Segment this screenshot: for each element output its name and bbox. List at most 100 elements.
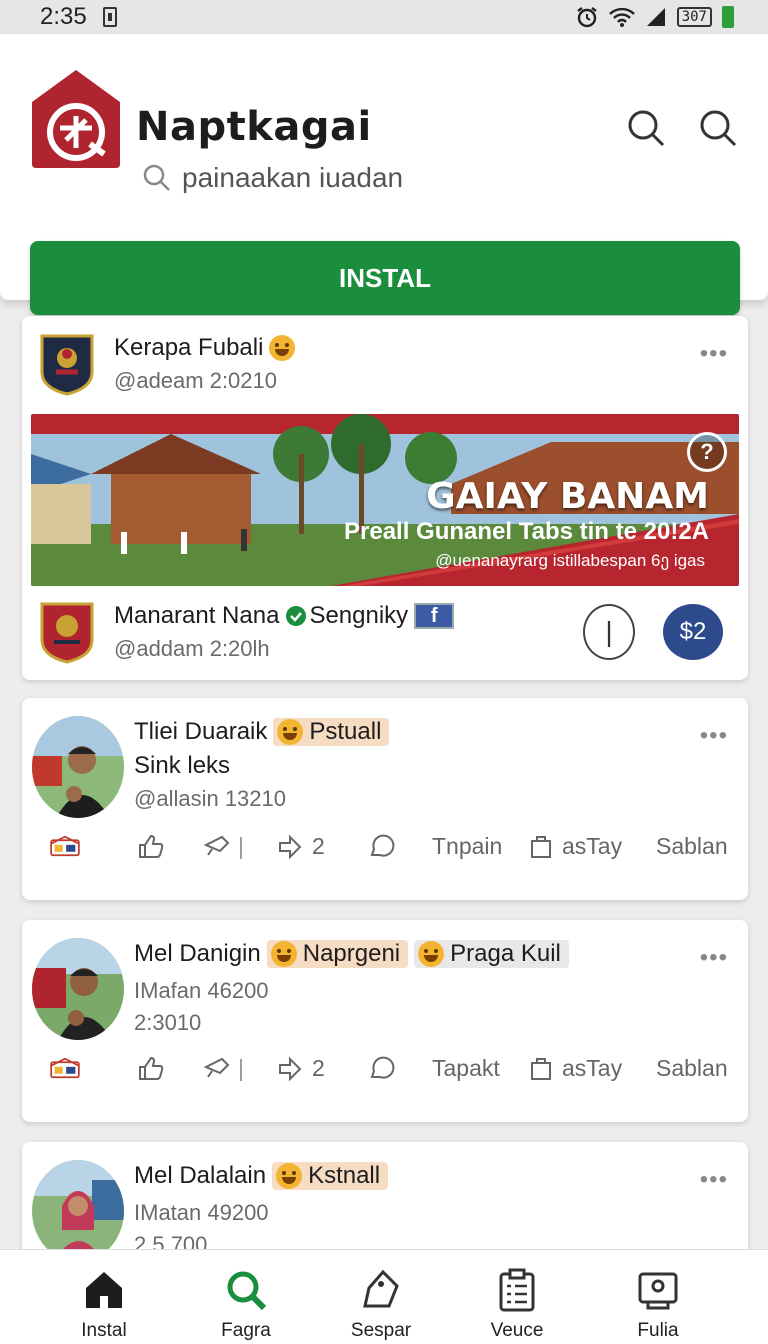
laughing-emoji-icon (277, 719, 304, 745)
post-author-name: Kerapa Fubali (114, 334, 264, 361)
nav-label: Veuce (490, 1320, 544, 1341)
banner-subtitle: Preall Gunanel Tabs tin te 20!2A (344, 518, 709, 545)
nav-item-fagra[interactable]: Fagra (186, 1268, 306, 1342)
feature-post-card[interactable]: Kerapa Fubali @adeam 2:0210 ••• GAIAY BA… (22, 316, 748, 680)
share-button[interactable]: 2 (276, 1053, 325, 1083)
save-button[interactable]: asTay (526, 1053, 622, 1083)
pin-icon[interactable]: | (202, 831, 244, 861)
avatar[interactable] (32, 716, 124, 818)
facebook-icon: f (414, 603, 455, 629)
page-handle: @addam 2:20lh (114, 636, 270, 661)
post-author[interactable]: Tliei Duaraik Pstuall (134, 718, 390, 746)
nav-item-sespar[interactable]: Sespar (321, 1268, 441, 1342)
pin-icon[interactable]: | (202, 1053, 244, 1083)
nav-label: Instal (81, 1320, 127, 1341)
battery-percent: 307 (676, 7, 712, 27)
sim-card-icon (102, 7, 117, 27)
page-name-text: Manarant Nana (114, 602, 280, 629)
battery-icon (722, 6, 734, 28)
share-icon (279, 1056, 302, 1082)
more-options-icon[interactable]: ••• (700, 944, 728, 972)
bag-icon (531, 836, 551, 858)
tag-label: Naprgeni (302, 940, 401, 967)
post-author[interactable]: Kerapa Fubali (114, 334, 296, 362)
help-icon[interactable]: ? (687, 432, 727, 472)
alarm-icon (576, 7, 597, 28)
verified-icon (286, 606, 307, 626)
post-handle: @adeam 2:0210 (114, 368, 278, 393)
profile-card-icon (638, 1272, 678, 1310)
post-author[interactable]: Mel Danigin Naprgeni Praga Kuil (134, 940, 569, 968)
like-icon[interactable] (136, 831, 166, 861)
share-count: 2 (312, 832, 325, 859)
save-label: asTay (562, 832, 623, 859)
nav-label: Fagra (221, 1320, 271, 1341)
search-icon (227, 1271, 267, 1311)
app-badge-icon[interactable] (50, 1053, 80, 1083)
app-subtitle: painaakan iuadan (182, 162, 404, 193)
action-label[interactable]: Sablan (656, 1055, 728, 1082)
bag-icon (531, 1058, 551, 1080)
post-card[interactable]: Tliei Duaraik Pstuall Sink leks @allasin… (22, 698, 748, 900)
share-button[interactable]: 2 (276, 831, 325, 861)
post-author-name: Mel Danigin (134, 940, 261, 967)
app-logo (30, 68, 122, 170)
post-author-name: Tliei Duaraik (134, 718, 268, 745)
status-time: 2:35 (40, 3, 87, 30)
more-options-icon[interactable]: ••• (700, 1166, 728, 1194)
tag-label: Kstnall (308, 1162, 381, 1189)
more-options-icon[interactable]: ••• (700, 722, 728, 750)
app-title: Naptkagai (136, 104, 372, 150)
app-header: Naptkagai painaakan iuadan INSTAL (0, 34, 768, 315)
home-icon (86, 1272, 122, 1308)
post-handle: @allasin 13210 (134, 786, 286, 811)
wifi-icon (608, 7, 635, 27)
like-icon[interactable] (136, 1053, 166, 1083)
post-text: IMafan 46200 (134, 978, 269, 1003)
share-count: 2 (312, 1054, 325, 1081)
install-button[interactable]: INSTAL (30, 241, 740, 315)
app-search-hint[interactable]: painaakan iuadan (142, 162, 403, 194)
page-name[interactable]: Manarant Nana Sengniky f (114, 602, 455, 630)
post-author[interactable]: Mel Dalalain Kstnall (134, 1162, 389, 1190)
avatar[interactable] (32, 938, 124, 1040)
status-bar: 2:35 307 (0, 0, 768, 34)
laughing-emoji-icon (269, 335, 296, 361)
avatar[interactable] (32, 1160, 124, 1262)
reaction-tag: Naprgeni (266, 940, 409, 968)
nav-item-veuce[interactable]: Veuce (457, 1268, 577, 1342)
reaction-tag: Pstuall (273, 718, 390, 746)
tag-label: Praga Kuil (450, 940, 561, 967)
laughing-emoji-icon (270, 941, 297, 967)
comment-icon[interactable] (366, 1053, 396, 1083)
outline-action-button[interactable]: | (583, 604, 635, 660)
search-icon (143, 164, 170, 191)
action-label[interactable]: Tapakt (432, 1055, 500, 1082)
page-name-suffix: Sengniky (309, 602, 409, 629)
laughing-emoji-icon (418, 941, 445, 967)
more-options-icon[interactable]: ••• (700, 340, 728, 368)
nav-label: Sespar (350, 1320, 412, 1341)
search-icon[interactable] (626, 108, 666, 148)
post-author-name: Mel Dalalain (134, 1162, 267, 1189)
post-text: IMatan 49200 (134, 1200, 269, 1225)
app-badge-icon[interactable] (50, 831, 80, 861)
nav-label: Fulia (637, 1320, 679, 1341)
banner-caption: @uenanayrarg istillabespan 6ე igas (435, 551, 705, 570)
action-label[interactable]: Sablan (656, 833, 728, 860)
reaction-tag: Kstnall (272, 1162, 389, 1190)
share-icon (279, 834, 302, 860)
reaction-tag: Praga Kuil (414, 940, 569, 968)
promo-banner[interactable]: GAIAY BANAM Preall Gunanel Tabs tin te 2… (31, 414, 739, 586)
save-button[interactable]: asTay (526, 831, 622, 861)
nav-item-instal[interactable]: Instal (44, 1268, 164, 1342)
nav-item-fulia[interactable]: Fulia (598, 1268, 718, 1342)
search-icon-secondary[interactable] (698, 108, 738, 148)
post-text: Sink leks (134, 752, 231, 779)
post-card[interactable]: Mel Danigin Naprgeni Praga Kuil IMafan 4… (22, 920, 748, 1122)
price-button[interactable]: $2 (663, 604, 723, 660)
tag-icon (363, 1269, 399, 1308)
comment-icon[interactable] (366, 831, 396, 861)
action-label[interactable]: Tnpain (432, 833, 502, 860)
tag-label: Pstuall (309, 718, 382, 745)
